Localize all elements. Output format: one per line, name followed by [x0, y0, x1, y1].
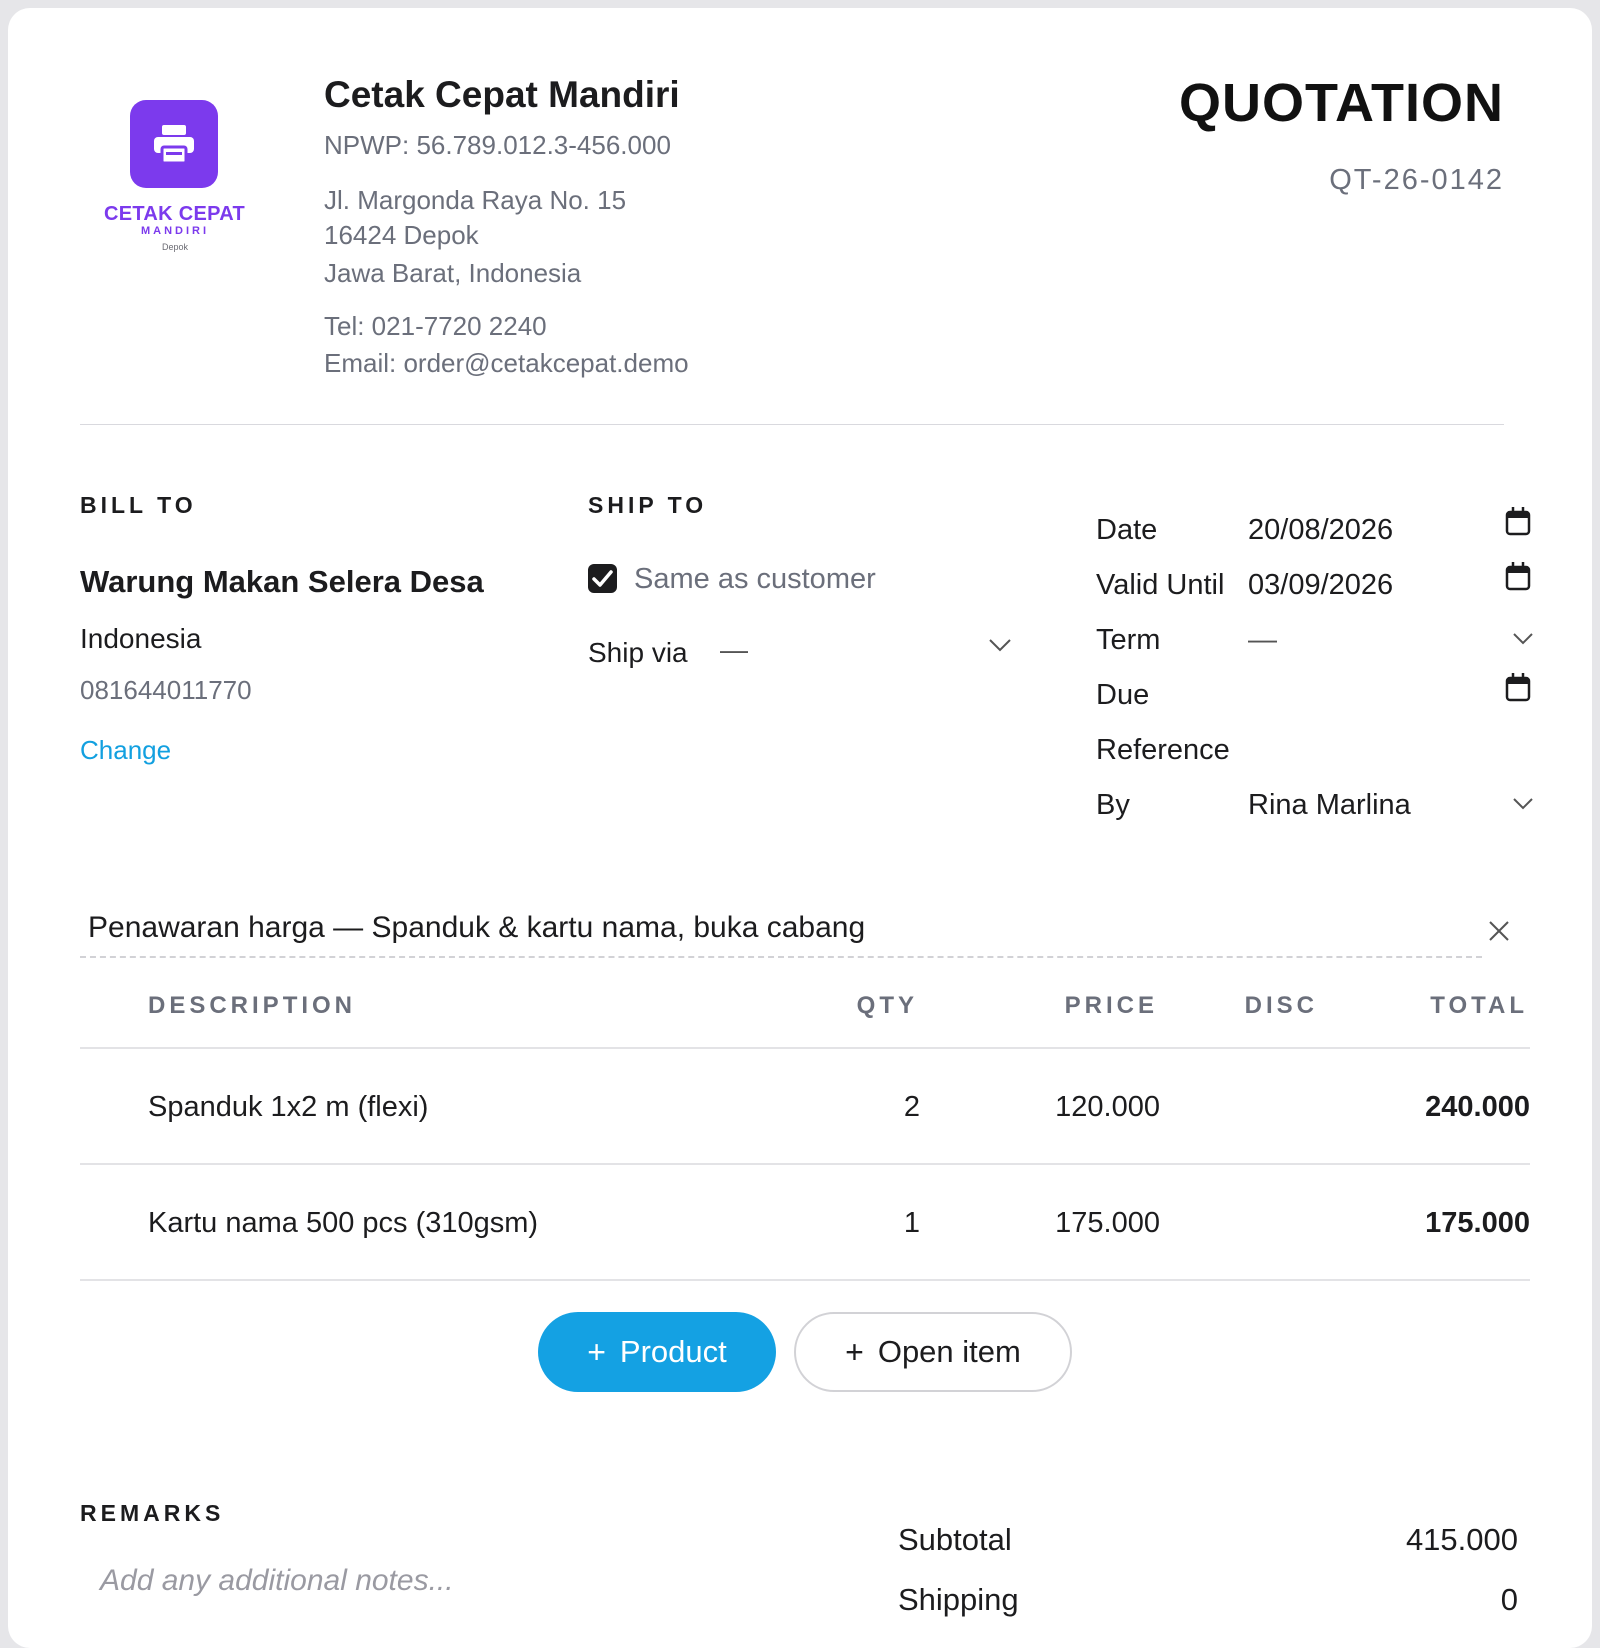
close-icon[interactable] [1488, 920, 1510, 942]
item-total: 240.000 [1425, 1091, 1530, 1123]
bill-to-label: BILL TO [80, 492, 197, 518]
printer-icon [154, 125, 194, 165]
remarks-input[interactable]: Add any additional notes... [100, 1564, 454, 1598]
calendar-icon[interactable] [1505, 672, 1531, 702]
checkmark-icon [592, 570, 613, 587]
date-label: Date [1096, 514, 1158, 546]
calendar-icon[interactable] [1505, 561, 1531, 591]
logo-sub-text: MANDIRI [140, 225, 210, 237]
ship-via-label: Ship via [588, 637, 688, 668]
valid-until-input[interactable]: 03/09/2026 [1248, 569, 1393, 602]
subtotal-value: 415.000 [1405, 1522, 1518, 1557]
term-label: Term [1096, 624, 1161, 656]
calendar-icon[interactable] [1505, 506, 1531, 536]
chevron-down-icon[interactable] [1512, 797, 1534, 811]
same-as-customer-checkbox[interactable] [588, 564, 617, 593]
table-row-divider [80, 1279, 1530, 1281]
column-header-disc: DISC [1244, 992, 1318, 1019]
memo-underline [80, 956, 1482, 958]
company-tel: Tel: 021-7720 2240 [324, 311, 547, 341]
column-header-qty: QTY [856, 992, 918, 1019]
date-input[interactable]: 20/08/2026 [1248, 514, 1393, 547]
ship-to-label: SHIP TO [588, 492, 708, 518]
item-qty[interactable]: 1 [808, 1207, 920, 1240]
item-description[interactable]: Kartu nama 500 pcs (310gsm) [148, 1207, 538, 1240]
plus-icon: + [845, 1333, 864, 1370]
chevron-down-icon[interactable] [1512, 632, 1534, 646]
company-npwp: NPWP: 56.789.012.3-456.000 [324, 130, 671, 160]
customer-phone: 081644011770 [80, 675, 252, 705]
plus-icon: + [587, 1333, 606, 1370]
item-total: 175.000 [1425, 1207, 1530, 1239]
column-header-description: DESCRIPTION [148, 992, 357, 1019]
table-row-divider [80, 1163, 1530, 1165]
company-address-line: Jl. Margonda Raya No. 15 [324, 185, 627, 215]
company-logo [130, 100, 218, 188]
header-divider [80, 424, 1504, 425]
logo-brand-text: CETAK CEPAT [104, 203, 246, 225]
by-label: By [1096, 789, 1130, 821]
by-select[interactable]: Rina Marlina [1248, 789, 1411, 822]
table-header-divider [80, 1047, 1530, 1049]
due-label: Due [1096, 679, 1150, 711]
add-open-item-label: Open item [877, 1334, 1021, 1369]
item-description[interactable]: Spanduk 1x2 m (flexi) [148, 1091, 428, 1124]
memo-input[interactable]: Penawaran harga — Spanduk & kartu nama, … [88, 911, 865, 945]
add-open-item-button[interactable]: + Open item [794, 1312, 1072, 1392]
column-header-total: TOTAL [1430, 992, 1528, 1019]
quotation-sheet: CETAK CEPAT MANDIRI Depok Cetak Cepat Ma… [8, 8, 1592, 1648]
document-title: QUOTATION [1179, 73, 1504, 133]
ship-via-select[interactable]: — [720, 634, 748, 666]
customer-name: Warung Makan Selera Desa [80, 564, 484, 599]
customer-country: Indonesia [80, 623, 202, 654]
remarks-label: REMARKS [80, 1500, 225, 1526]
change-customer-link[interactable]: Change [80, 735, 171, 766]
subtotal-label: Subtotal [898, 1522, 1012, 1557]
same-as-customer-label[interactable]: Same as customer [634, 563, 876, 596]
company-address-line: Jawa Barat, Indonesia [324, 258, 582, 288]
company-email: Email: order@cetakcepat.demo [324, 348, 689, 378]
add-product-button[interactable]: + Product [538, 1312, 776, 1392]
logo-city-text: Depok [161, 242, 188, 252]
add-product-label: Product [619, 1334, 727, 1369]
shipping-value[interactable]: 0 [1501, 1582, 1518, 1618]
shipping-label: Shipping [898, 1582, 1019, 1617]
chevron-down-icon[interactable] [988, 638, 1012, 652]
item-qty[interactable]: 2 [808, 1091, 920, 1124]
company-name: Cetak Cepat Mandiri [324, 74, 680, 115]
item-price[interactable]: 120.000 [988, 1091, 1160, 1124]
document-number: QT-26-0142 [1329, 164, 1504, 196]
term-select[interactable]: — [1248, 624, 1277, 657]
reference-label: Reference [1096, 734, 1230, 766]
column-header-price: PRICE [1064, 992, 1158, 1019]
company-address-line: 16424 Depok [324, 220, 479, 250]
item-price[interactable]: 175.000 [988, 1207, 1160, 1240]
valid-until-label: Valid Until [1096, 569, 1225, 601]
